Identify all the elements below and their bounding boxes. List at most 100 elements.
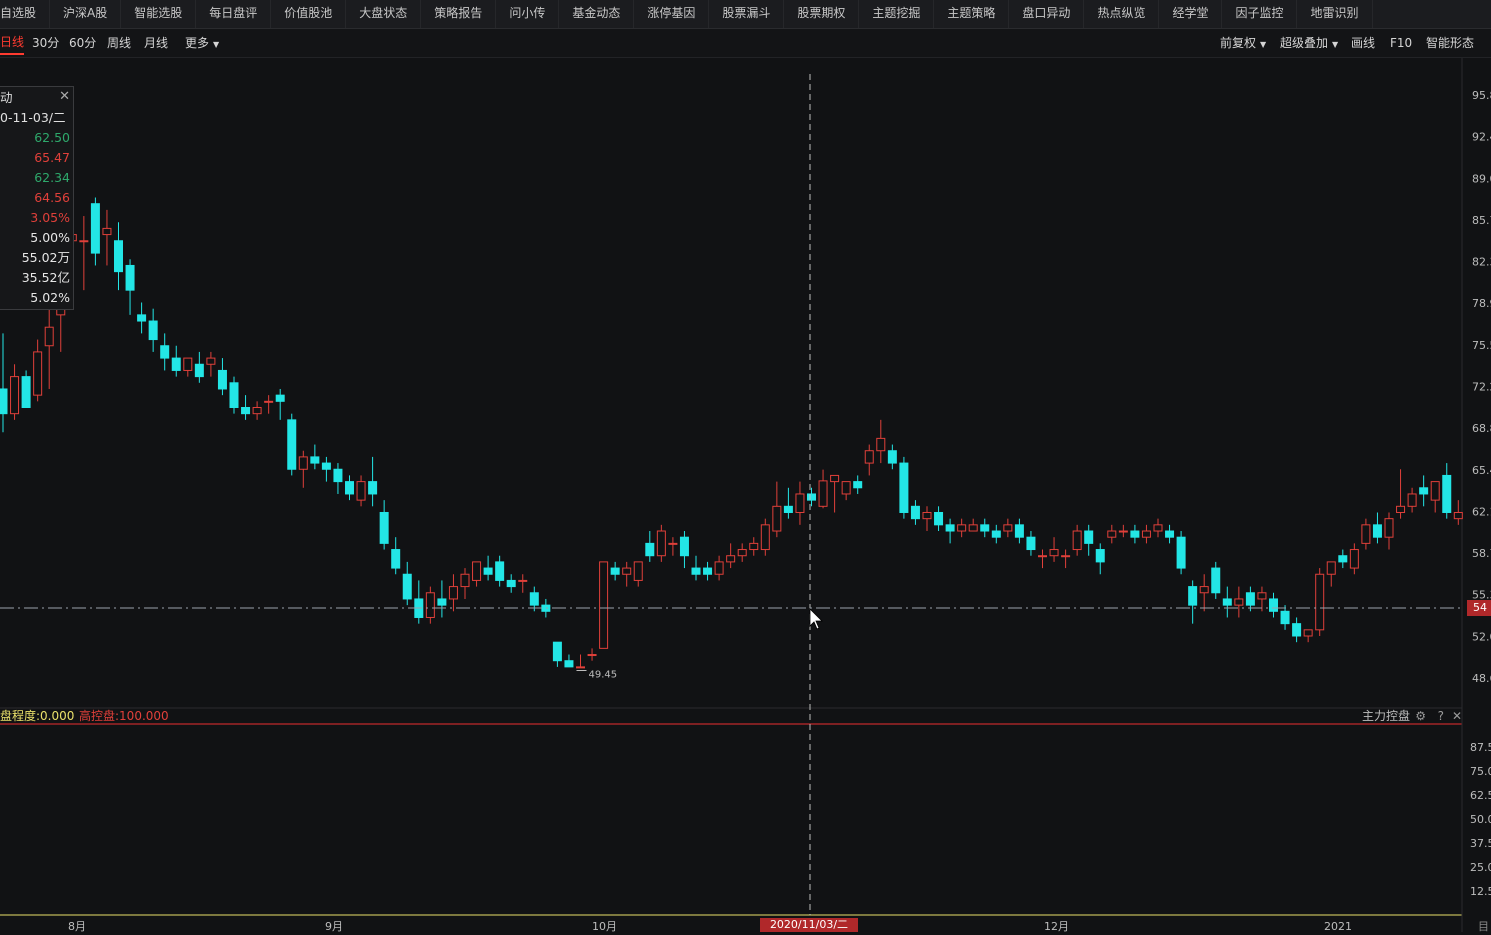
nav-item[interactable]: 沪深A股	[50, 0, 122, 28]
candle-body	[910, 505, 920, 520]
candle-body	[610, 567, 620, 575]
candle-body	[564, 660, 574, 668]
sub-y-axis-label: 12.5	[1470, 885, 1491, 898]
candle-body	[1084, 530, 1094, 544]
candle-body	[391, 549, 401, 569]
nav-item[interactable]: 经学堂	[1159, 0, 1223, 28]
nav-item[interactable]: 自选股	[0, 0, 51, 28]
candle-body	[887, 450, 897, 464]
candle-body	[1118, 530, 1128, 533]
nav-item[interactable]: 主题策略	[934, 0, 1010, 28]
nav-item[interactable]: 智能选股	[121, 0, 197, 28]
overlay-dropdown[interactable]: 超级叠加 ▼	[1280, 29, 1338, 57]
nav-item[interactable]: 基金动态	[559, 0, 635, 28]
nav-item[interactable]: 大盘状态	[346, 0, 422, 28]
candle-body	[90, 203, 100, 254]
candle-body	[437, 598, 447, 606]
y-axis-label: 75.5	[1472, 339, 1491, 352]
crosshair-date-tag: 2020/11/03/二	[760, 918, 858, 932]
candle-body	[79, 240, 89, 243]
candle-body	[703, 567, 713, 575]
y-axis-label: 52.0	[1472, 630, 1491, 643]
candle-body	[714, 561, 724, 575]
candle-body	[1153, 524, 1163, 532]
candle-body	[125, 264, 135, 291]
candle-body	[980, 524, 990, 532]
close-icon[interactable]: ✕	[59, 87, 70, 107]
candle-body	[1107, 530, 1117, 538]
candle-body	[1038, 555, 1047, 558]
indicator-name[interactable]: 主力控盘	[1362, 708, 1410, 725]
candle-body	[1072, 530, 1082, 551]
candle-body	[818, 480, 828, 507]
candle-body	[1442, 474, 1452, 513]
candle-body	[1372, 524, 1382, 538]
top-nav: 自选股 沪深A股 智能选股 每日盘评 价值股池 大盘状态 策略报告 问小传 基金动态 涨停基因 股票…	[0, 0, 1491, 29]
nav-item[interactable]: 问小传	[496, 0, 560, 28]
nav-item[interactable]: 因子监控	[1222, 0, 1298, 28]
period-more[interactable]: 更多 ▼	[185, 29, 219, 57]
candle-body	[1361, 524, 1371, 544]
fq-dropdown[interactable]: 前复权 ▼	[1220, 29, 1266, 57]
period-weekly[interactable]: 周线	[107, 29, 131, 57]
candle-body	[356, 481, 366, 501]
candle-body	[760, 524, 770, 551]
candle-body	[102, 227, 112, 236]
nav-item[interactable]: 涨停基因	[634, 0, 710, 28]
candle-body	[576, 666, 585, 669]
candle-body	[425, 592, 435, 618]
y-axis-label: 58.7	[1472, 547, 1491, 560]
period-60min[interactable]: 60分	[69, 29, 96, 57]
pattern-button[interactable]: 智能形态	[1426, 29, 1474, 57]
nav-item[interactable]: 每日盘评	[196, 0, 272, 28]
candle-body	[194, 363, 204, 378]
candle-body	[1188, 586, 1198, 606]
close-icon[interactable]: ✕	[1452, 708, 1462, 725]
nav-item[interactable]: 地雷识别	[1297, 0, 1373, 28]
candle-body	[945, 524, 955, 532]
draw-line-button[interactable]: 画线	[1351, 29, 1375, 57]
overlay-label: 超级叠加	[1280, 36, 1329, 50]
nav-item[interactable]: 热点纵览	[1084, 0, 1160, 28]
candle-body	[44, 326, 54, 347]
candle-body	[0, 388, 8, 415]
candle-body	[275, 394, 285, 402]
nav-item[interactable]: 价值股池	[271, 0, 347, 28]
sub-y-axis-label: 75.0	[1470, 765, 1491, 778]
period-monthly[interactable]: 月线	[144, 29, 168, 57]
more-label: 更多	[185, 36, 210, 50]
candle-body	[622, 567, 632, 575]
nav-item[interactable]: 股票漏斗	[709, 0, 785, 28]
nav-item[interactable]: 盘口异动	[1009, 0, 1085, 28]
period-30min[interactable]: 30分	[32, 29, 59, 57]
candle-body	[691, 567, 701, 575]
candle-body	[957, 524, 967, 532]
f10-button[interactable]: F10	[1390, 29, 1412, 57]
chart-area[interactable]: 95.8 92.4 89.0 85.7 82.3 78.9 75.5 72.2 68.8 65.4…	[0, 58, 1491, 933]
candle-body	[448, 586, 458, 600]
nav-item[interactable]: 主题挖掘	[859, 0, 935, 28]
candle-body	[772, 505, 782, 532]
help-icon[interactable]: ?	[1438, 708, 1444, 725]
candle-body	[1280, 610, 1290, 625]
candle-body	[679, 536, 689, 557]
kline-chart[interactable]: 95.8 92.4 89.0 85.7 82.3 78.9 75.5 72.2 68.8 65.4…	[0, 58, 1491, 933]
candle-body	[114, 240, 123, 273]
x-axis-label: 9月	[325, 920, 343, 932]
candle-body	[864, 450, 874, 464]
candle-body	[1292, 623, 1302, 637]
candle-body	[137, 314, 147, 322]
period-daily[interactable]: 日线	[0, 29, 25, 55]
y-axis-label: 78.9	[1472, 297, 1491, 310]
sub-y-axis-label: 25.0	[1470, 861, 1491, 874]
candle-body	[853, 481, 863, 489]
info-volume: 55.02万	[21, 250, 70, 265]
candle-body	[321, 462, 331, 470]
gear-icon[interactable]: ⚙	[1415, 708, 1426, 725]
nav-item[interactable]: 策略报告	[421, 0, 497, 28]
candle-body	[379, 511, 389, 544]
candle-body	[21, 376, 31, 408]
y-axis-label: 68.8	[1472, 422, 1491, 435]
candle-body	[1014, 524, 1024, 538]
nav-item[interactable]: 股票期权	[784, 0, 860, 28]
